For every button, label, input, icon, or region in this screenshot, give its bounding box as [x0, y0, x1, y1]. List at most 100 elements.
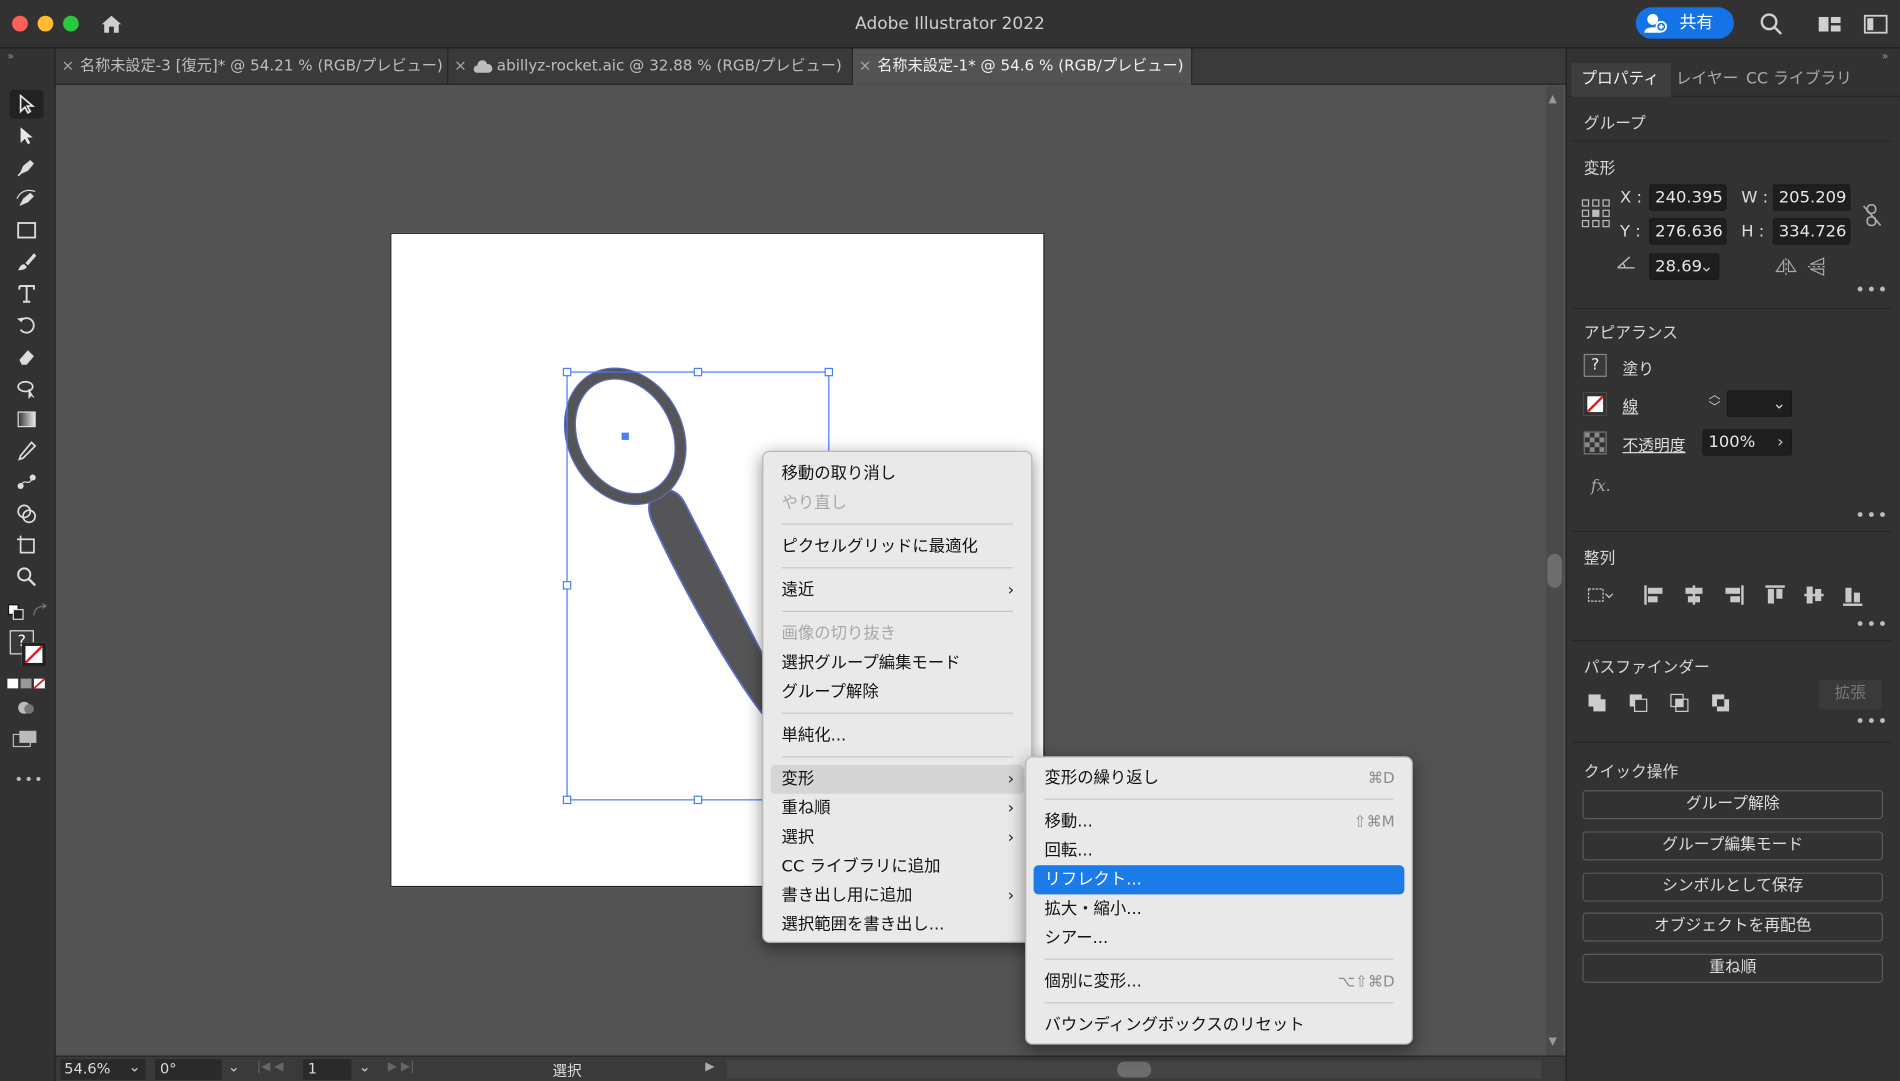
menu-item-label: ピクセルグリッドに最適化: [781, 536, 978, 557]
angle-dropdown-icon[interactable]: ⌄: [1700, 254, 1714, 278]
opacity-input[interactable]: 100% ›: [1702, 429, 1793, 456]
tab-layers[interactable]: レイヤー: [1676, 63, 1739, 97]
rotation-field[interactable]: 0°: [155, 1059, 222, 1080]
menu-item-simplify[interactable]: 単純化...: [771, 721, 1024, 750]
menu-item-arrange[interactable]: 重ね順 ›: [771, 794, 1024, 823]
stroke-weight-stepper[interactable]: ︿ ﹀: [1705, 390, 1724, 417]
align-more-options[interactable]: •••: [1855, 616, 1889, 635]
submenu-item-move[interactable]: 移動... ⇧⌘M: [1034, 807, 1405, 836]
expand-button[interactable]: 拡張: [1818, 679, 1882, 709]
y-label: Y :: [1620, 221, 1641, 242]
submenu-item-reflect[interactable]: リフレクト...: [1033, 865, 1405, 895]
align-v-center-icon: [1804, 586, 1824, 604]
submenu-item-rotate[interactable]: 回転...: [1034, 836, 1405, 865]
menu-item-undo-move[interactable]: 移動の取り消し: [771, 459, 1024, 488]
h-label: H :: [1741, 221, 1765, 242]
menu-item-export-selection[interactable]: 選択範囲を書き出し...: [771, 910, 1024, 939]
properties-panel: » プロパティ レイヤー CC ライブラリ グループ 変形 X : 240.39…: [1565, 48, 1900, 1081]
status-bar: 54.6% ⌄ 0° ⌄ |◀ ◀ 1 ⌄ ▶ ▶| 選択 ▶: [55, 1055, 1566, 1081]
menu-item-ungroup[interactable]: グループ解除: [771, 677, 1024, 706]
pathfinder-more-options[interactable]: •••: [1855, 713, 1889, 732]
menu-item-redo: やり直し: [771, 488, 1024, 517]
minus-front-icon: [1629, 694, 1648, 712]
submenu-item-reset-bounding-box[interactable]: バウンディングボックスのリセット: [1034, 1011, 1405, 1040]
scroll-up-icon[interactable]: ▲: [1549, 93, 1557, 105]
w-label: W :: [1741, 187, 1769, 208]
menu-item-label: 移動の取り消し: [781, 464, 897, 484]
w-input[interactable]: 205.209: [1772, 184, 1851, 211]
first-artboard-icon[interactable]: |◀ ◀: [257, 1060, 284, 1073]
vertical-scrollbar[interactable]: ▲ ▼: [1546, 86, 1564, 1056]
shortcut: ⇧⌘M: [1353, 811, 1395, 831]
fill-swatch-unknown[interactable]: ?: [1583, 353, 1607, 377]
rotate-angle-input[interactable]: 28.69 ⌄: [1649, 253, 1720, 280]
menu-item-label: 回転...: [1044, 841, 1093, 861]
submenu-item-scale[interactable]: 拡大・縮小...: [1034, 894, 1405, 923]
opacity-arrow-icon[interactable]: ›: [1777, 430, 1784, 454]
arrange-button[interactable]: 重ね順: [1582, 953, 1883, 983]
horizontal-scrollbar[interactable]: [727, 1060, 1542, 1079]
menu-item-isolate-group[interactable]: 選択グループ編集モード: [771, 648, 1024, 677]
menu-item-add-to-export[interactable]: 書き出し用に追加 ›: [771, 881, 1024, 910]
artboard-number-field[interactable]: 1: [302, 1059, 352, 1080]
reference-point-icon[interactable]: [1581, 199, 1610, 228]
menu-item-label: やり直し: [781, 493, 847, 513]
h-input[interactable]: 334.726: [1772, 218, 1851, 245]
tab-cc-libraries[interactable]: CC ライブラリ: [1746, 63, 1852, 97]
angle-value: 28.69: [1655, 256, 1703, 277]
zoom-dropdown-icon[interactable]: ⌄: [128, 1058, 140, 1075]
menu-item-label: シアー...: [1044, 928, 1109, 948]
pathfinder-heading: パスファインダー: [1583, 659, 1710, 678]
menu-item-add-to-cc-library[interactable]: CC ライブラリに追加: [771, 852, 1024, 881]
menu-item-align-pixel-grid[interactable]: ピクセルグリッドに最適化: [771, 532, 1024, 561]
artboard-dropdown-icon[interactable]: ⌄: [359, 1058, 371, 1075]
fx-effects-button[interactable]: fx.: [1591, 477, 1611, 495]
submenu-item-transform-each[interactable]: 個別に変形... ⌥⇧⌘D: [1034, 967, 1405, 996]
stroke-weight-dropdown-icon[interactable]: ⌄: [1772, 391, 1786, 415]
transform-more-options[interactable]: •••: [1855, 281, 1889, 300]
opacity-icon: [1583, 431, 1607, 455]
y-input[interactable]: 276.636: [1649, 218, 1727, 245]
appearance-more-options[interactable]: •••: [1855, 507, 1889, 526]
submenu-item-shear[interactable]: シアー...: [1034, 923, 1405, 952]
menu-separator: [1044, 798, 1394, 800]
menu-item-select[interactable]: 選択 ›: [771, 823, 1024, 852]
x-label: X :: [1620, 187, 1642, 208]
scroll-thumb[interactable]: [1547, 553, 1562, 588]
stroke-label[interactable]: 線: [1622, 394, 1638, 417]
align-top-icon: [1765, 585, 1785, 604]
rotation-dropdown-icon[interactable]: ⌄: [228, 1058, 240, 1075]
intersect-icon: [1670, 693, 1689, 712]
last-artboard-icon[interactable]: ▶ ▶|: [388, 1060, 415, 1073]
flip-horizontal-icon[interactable]: [1775, 257, 1797, 276]
align-h-center-icon: [1685, 585, 1703, 605]
exclude-icon: [1712, 694, 1730, 712]
isolate-group-button[interactable]: グループ編集モード: [1582, 831, 1883, 861]
stroke-weight-input[interactable]: ⌄: [1726, 390, 1793, 417]
tab-properties[interactable]: プロパティ: [1571, 63, 1671, 97]
divider: [1571, 140, 1892, 142]
submenu-arrow-icon: ›: [1007, 827, 1015, 848]
menu-separator: [781, 712, 1013, 714]
ungroup-button[interactable]: グループ解除: [1582, 790, 1883, 820]
x-input[interactable]: 240.395: [1649, 184, 1727, 211]
menu-separator: [1044, 958, 1394, 960]
recolor-artwork-button[interactable]: オブジェクトを再配色: [1582, 912, 1883, 942]
menu-item-label: CC ライブラリに追加: [781, 856, 941, 877]
save-as-symbol-button[interactable]: シンボルとして保存: [1582, 872, 1883, 902]
flip-vertical-icon[interactable]: [1807, 257, 1829, 277]
opacity-label[interactable]: 不透明度: [1622, 433, 1685, 455]
menu-item-transform[interactable]: 変形 ›: [770, 764, 1024, 794]
submenu-arrow-icon: ›: [1007, 885, 1015, 906]
constrain-proportions-icon[interactable]: [1862, 203, 1882, 228]
stroke-swatch-none[interactable]: [1583, 392, 1607, 416]
divider: [1571, 741, 1892, 743]
menu-item-label: 単純化...: [781, 725, 847, 746]
menu-item-perspective[interactable]: 遠近 ›: [771, 576, 1024, 605]
submenu-item-transform-again[interactable]: 変形の繰り返し ⌘D: [1034, 763, 1405, 792]
fill-label[interactable]: 塗り: [1622, 356, 1654, 379]
h-scroll-thumb[interactable]: [1117, 1061, 1152, 1078]
status-menu-icon[interactable]: ▶: [705, 1060, 714, 1073]
scroll-down-icon[interactable]: ▼: [1549, 1036, 1557, 1048]
collapse-panel-icon[interactable]: »: [1882, 51, 1889, 63]
